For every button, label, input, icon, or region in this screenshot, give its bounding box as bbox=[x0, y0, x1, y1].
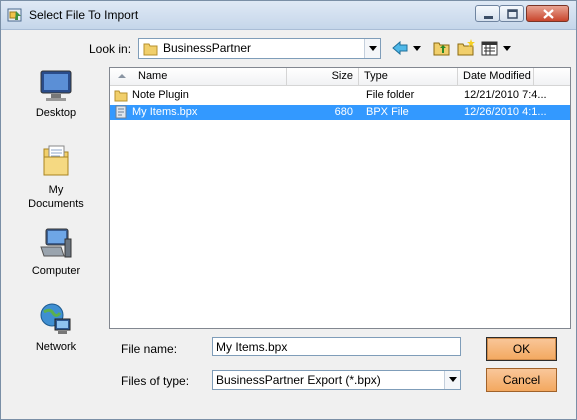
minimize-icon bbox=[484, 16, 493, 19]
file-name-label: File name: bbox=[121, 342, 178, 356]
column-header-type[interactable]: Type bbox=[359, 68, 458, 85]
file-modified: 12/21/2010 7:4... bbox=[464, 89, 547, 101]
file-name: My Items.bpx bbox=[132, 106, 198, 118]
desktop-icon bbox=[40, 70, 72, 101]
dialog-title: Select File To Import bbox=[29, 8, 139, 22]
look-in-value: BusinessPartner bbox=[163, 41, 252, 55]
up-folder-button[interactable] bbox=[432, 39, 452, 57]
back-button[interactable] bbox=[390, 39, 424, 57]
list-item[interactable]: My Items.bpx 680 BPX File 12/26/2010 4:1… bbox=[110, 105, 570, 120]
file-type-label: Files of type: bbox=[121, 374, 190, 388]
file-type: BPX File bbox=[366, 106, 409, 118]
dialog-window: Select File To Import Look in: BusinessP… bbox=[0, 0, 577, 420]
place-computer[interactable]: Computer bbox=[9, 225, 103, 277]
look-in-label: Look in: bbox=[89, 42, 132, 56]
new-folder-icon bbox=[457, 39, 475, 56]
file-list-header: Name Size Type Date Modified bbox=[110, 68, 570, 86]
place-my-documents[interactable]: My Documents bbox=[9, 143, 103, 211]
column-header-modified[interactable]: Date Modified bbox=[458, 68, 534, 85]
place-label: Desktop bbox=[35, 107, 77, 119]
close-icon bbox=[543, 9, 554, 19]
file-name-value: My Items.bpx bbox=[216, 340, 288, 354]
list-item[interactable]: Note Plugin File folder 12/21/2010 7:4..… bbox=[110, 88, 570, 103]
computer-icon bbox=[40, 228, 72, 258]
my-documents-icon bbox=[43, 145, 69, 176]
file-name-field[interactable]: My Items.bpx bbox=[212, 337, 461, 356]
maximize-icon bbox=[507, 9, 518, 19]
place-label: Computer bbox=[31, 265, 81, 277]
file-type-value: BusinessPartner Export (*.bpx) bbox=[216, 373, 381, 387]
folder-icon bbox=[143, 41, 159, 60]
file-type-dropdown[interactable]: BusinessPartner Export (*.bpx) bbox=[212, 370, 461, 390]
ok-button[interactable]: OK bbox=[486, 337, 557, 361]
place-label: Network bbox=[35, 341, 77, 353]
file-list[interactable]: Name Size Type Date Modified Note Plugin… bbox=[109, 67, 571, 329]
column-header-name[interactable]: Name bbox=[110, 68, 287, 85]
places-bar: Desktop My Documents Computer Network bbox=[9, 63, 103, 409]
cancel-button[interactable]: Cancel bbox=[486, 368, 557, 392]
title-bar[interactable]: Select File To Import bbox=[1, 1, 576, 30]
new-folder-button[interactable] bbox=[456, 39, 476, 57]
place-label: My Documents bbox=[28, 184, 84, 210]
place-desktop[interactable]: Desktop bbox=[9, 67, 103, 119]
app-icon bbox=[7, 7, 23, 23]
look-in-dropdown[interactable]: BusinessPartner bbox=[138, 38, 381, 59]
file-size: 680 bbox=[334, 106, 353, 118]
chevron-down-icon[interactable] bbox=[444, 371, 460, 389]
minimize-button[interactable] bbox=[475, 5, 500, 22]
column-header-size[interactable]: Size bbox=[287, 68, 359, 85]
file-modified: 12/26/2010 4:1... bbox=[464, 106, 547, 118]
file-type: File folder bbox=[366, 89, 415, 101]
place-network[interactable]: Network bbox=[9, 301, 103, 353]
close-button[interactable] bbox=[526, 5, 569, 22]
view-menu-button[interactable] bbox=[480, 39, 513, 57]
file-icon bbox=[114, 105, 128, 124]
network-icon bbox=[40, 303, 71, 334]
chevron-down-icon[interactable] bbox=[364, 39, 380, 58]
view-menu-icon bbox=[481, 41, 511, 56]
maximize-button[interactable] bbox=[499, 5, 524, 22]
back-arrow-icon bbox=[392, 40, 421, 56]
up-folder-icon bbox=[433, 42, 450, 56]
file-name: Note Plugin bbox=[132, 89, 189, 101]
